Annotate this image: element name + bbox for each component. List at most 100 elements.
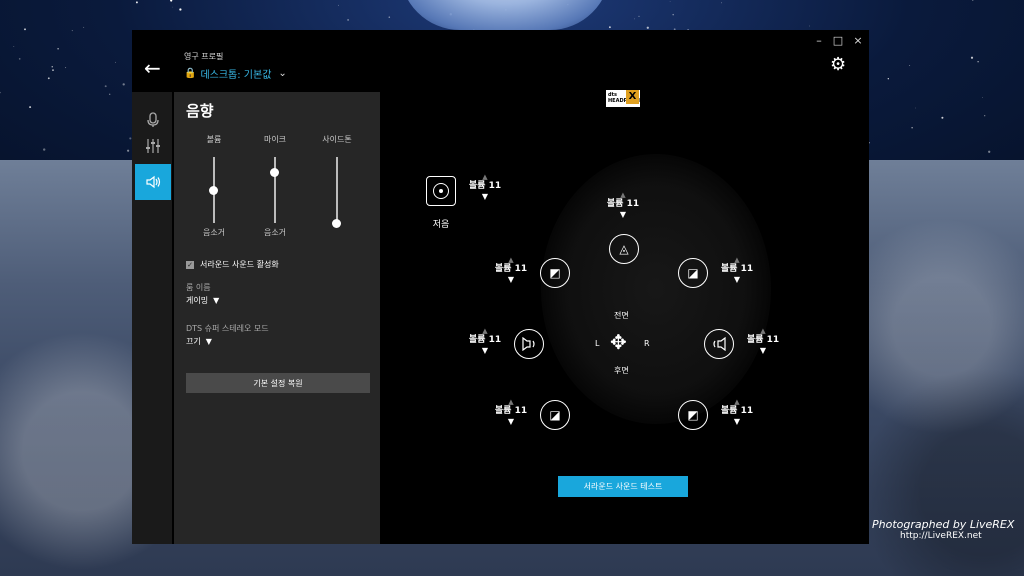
subwoofer-icon xyxy=(433,183,449,199)
side-left-volume-text: 볼륨 11 xyxy=(468,335,502,345)
front-right-volume: ▲ 볼륨 11 ▼ xyxy=(712,256,762,284)
side-right-speaker-icon xyxy=(713,337,726,351)
volume-down-arrow-icon[interactable]: ▼ xyxy=(486,275,536,284)
front-left-volume: ▲ 볼륨 11 ▼ xyxy=(486,256,536,284)
equalizer-icon xyxy=(146,139,160,153)
close-button[interactable]: × xyxy=(851,34,865,47)
minimize-button[interactable]: – xyxy=(812,34,826,47)
maximize-button[interactable]: □ xyxy=(831,34,845,47)
side-left-speaker-icon xyxy=(522,337,535,351)
side-right-speaker-button[interactable] xyxy=(704,329,734,359)
move-arrows-icon: ✥ xyxy=(610,330,627,354)
volume-mute-label[interactable]: 음소거 xyxy=(184,227,244,238)
chevron-down-icon: ⌄ xyxy=(278,68,287,79)
room-name-value: 게이밍 xyxy=(186,296,209,305)
volume-down-arrow-icon[interactable]: ▼ xyxy=(598,210,648,219)
side-rail xyxy=(132,92,172,544)
profile-caption: 영구 프로필 xyxy=(184,52,224,61)
side-right-volume: ▲ 볼륨 11 ▼ xyxy=(738,327,788,355)
volume-up-arrow-icon[interactable]: ▲ xyxy=(486,256,536,264)
rear-right-speaker-icon: ◩ xyxy=(687,408,699,422)
volume-down-arrow-icon[interactable]: ▼ xyxy=(486,417,536,426)
dts-mode-label: DTS 슈퍼 스테레오 모드 xyxy=(186,324,269,333)
front-left-speaker-button[interactable]: ◩ xyxy=(540,258,570,288)
photographer-watermark: Photographed by LiveREX http://LiveREX.n… xyxy=(872,518,1014,541)
rail-item-sound[interactable] xyxy=(135,164,171,200)
volume-slider[interactable] xyxy=(209,157,218,223)
subwoofer-volume: ▲ 볼륨 11 ▼ xyxy=(460,173,510,201)
volume-up-arrow-icon[interactable]: ▲ xyxy=(460,327,510,335)
chevron-down-icon: ▼ xyxy=(213,296,220,305)
subwoofer-label: 저음 xyxy=(432,220,450,230)
rear-left-speaker-button[interactable]: ◪ xyxy=(540,400,570,430)
volume-up-arrow-icon[interactable]: ▲ xyxy=(460,173,510,181)
sound-settings-panel: 음향 볼륨 음소거 마이크 음소거 사이드톤 ✓ 서라운드 사운드 활성화 룸 … xyxy=(174,92,380,544)
mic-slider[interactable] xyxy=(270,157,279,223)
dts-mode-value: 끄기 xyxy=(186,337,201,346)
center-volume-text: 볼륨 11 xyxy=(606,199,640,209)
volume-up-arrow-icon[interactable]: ▲ xyxy=(598,191,648,199)
surround-enable-checkbox[interactable]: ✓ xyxy=(186,260,194,269)
reset-defaults-button[interactable]: 기본 설정 복원 xyxy=(186,373,370,393)
center-volume: ▲ 볼륨 11 ▼ xyxy=(598,191,648,219)
rear-left-volume-text: 볼륨 11 xyxy=(494,406,528,416)
microphone-icon xyxy=(147,112,159,127)
volume-up-arrow-icon[interactable]: ▲ xyxy=(486,398,536,406)
subwoofer-button[interactable] xyxy=(426,176,456,206)
surround-enable-label: 서라운드 사운드 활성화 xyxy=(200,260,279,269)
rail-item-equalizer[interactable] xyxy=(135,128,171,164)
dts-mode-dropdown[interactable]: 끄기 ▼ xyxy=(186,336,212,347)
rear-left-volume: ▲ 볼륨 11 ▼ xyxy=(486,398,536,426)
rear-left-speaker-icon: ◪ xyxy=(549,408,561,422)
side-right-volume-text: 볼륨 11 xyxy=(746,335,780,345)
volume-up-arrow-icon[interactable]: ▲ xyxy=(738,327,788,335)
volume-slider-label: 볼륨 xyxy=(206,135,222,144)
front-right-speaker-icon: ◪ xyxy=(687,266,699,280)
mic-mute-label[interactable]: 음소거 xyxy=(245,227,305,238)
center-speaker-icon: ◬ xyxy=(619,242,629,256)
head-silhouette xyxy=(541,154,771,424)
room-name-dropdown[interactable]: 게이밍 ▼ xyxy=(186,295,219,306)
subwoofer-volume-text: 볼륨 11 xyxy=(468,181,502,191)
profile-selector[interactable]: 🔒 데스크톱: 기본값 ⌄ xyxy=(184,66,287,81)
rear-right-volume: ▲ 볼륨 11 ▼ xyxy=(712,398,762,426)
dts-headphone-x-logo: dts HEADPHONE X xyxy=(606,90,643,107)
volume-up-arrow-icon[interactable]: ▲ xyxy=(712,398,762,406)
dts-logo-mark: X xyxy=(626,90,639,104)
sidetone-slider-label: 사이드톤 xyxy=(322,135,352,144)
center-speaker-button[interactable]: ◬ xyxy=(609,234,639,264)
volume-down-arrow-icon[interactable]: ▼ xyxy=(460,192,510,201)
sidetone-slider-group: 사이드톤 xyxy=(307,134,367,228)
mic-slider-group: 마이크 음소거 xyxy=(245,134,305,238)
volume-up-arrow-icon[interactable]: ▲ xyxy=(712,256,762,264)
back-arrow-icon[interactable]: ← xyxy=(144,56,161,80)
chevron-down-icon: ▼ xyxy=(205,337,212,346)
sidetone-slider[interactable] xyxy=(332,157,341,228)
volume-down-arrow-icon[interactable]: ▼ xyxy=(460,346,510,355)
watermark-line1: Photographed by LiveREX xyxy=(872,518,1015,531)
gear-icon[interactable]: ⚙ xyxy=(830,54,846,75)
volume-slider-knob[interactable] xyxy=(209,186,218,195)
surround-enable-option[interactable]: ✓ 서라운드 사운드 활성화 xyxy=(186,259,279,270)
volume-slider-group: 볼륨 음소거 xyxy=(184,134,244,238)
sidetone-slider-knob[interactable] xyxy=(332,219,341,228)
volume-down-arrow-icon[interactable]: ▼ xyxy=(738,346,788,355)
right-label: R xyxy=(644,339,650,348)
side-left-speaker-button[interactable] xyxy=(514,329,544,359)
surround-test-button[interactable]: 서라운드 사운드 테스트 xyxy=(558,476,688,497)
profile-name: 데스크톱: 기본값 xyxy=(200,70,272,81)
room-name-label: 룸 이름 xyxy=(186,283,211,292)
app-window: – □ × ← 영구 프로필 🔒 데스크톱: 기본값 ⌄ ⚙ 음향 볼륨 음소거… xyxy=(132,30,869,544)
rear-right-speaker-button[interactable]: ◩ xyxy=(678,400,708,430)
front-left-volume-text: 볼륨 11 xyxy=(494,264,528,274)
front-right-volume-text: 볼륨 11 xyxy=(720,264,754,274)
volume-down-arrow-icon[interactable]: ▼ xyxy=(712,275,762,284)
rear-label: 후면 xyxy=(614,366,629,375)
panel-title: 음향 xyxy=(186,102,214,120)
lock-icon: 🔒 xyxy=(184,68,197,79)
volume-down-arrow-icon[interactable]: ▼ xyxy=(712,417,762,426)
rear-right-volume-text: 볼륨 11 xyxy=(720,406,754,416)
left-label: L xyxy=(595,339,600,348)
mic-slider-knob[interactable] xyxy=(270,167,279,177)
front-right-speaker-button[interactable]: ◪ xyxy=(678,258,708,288)
